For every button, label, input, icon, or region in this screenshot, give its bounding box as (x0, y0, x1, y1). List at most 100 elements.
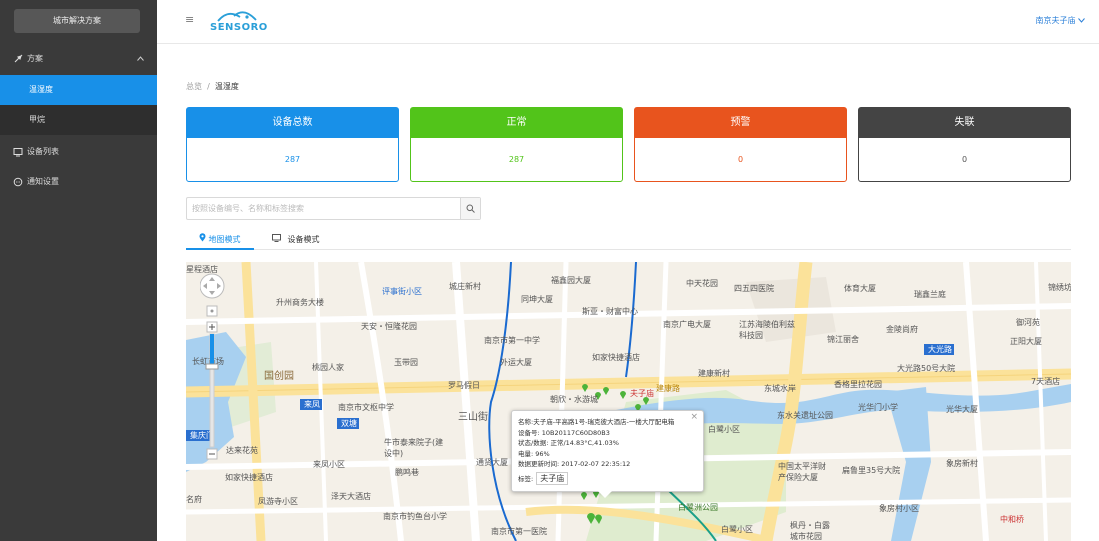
map-label: 香格里拉花园 (834, 380, 882, 389)
popup-update-label: 数据更新时间: (518, 460, 560, 468)
map-label: 四五四医院 (734, 284, 774, 293)
popup-sn-label: 设备号: (518, 428, 540, 437)
map-label: 通贤大厦 (476, 458, 508, 467)
tab-label: 设备模式 (287, 235, 320, 244)
map-label: 光华门小学 (858, 403, 898, 412)
map-label: 大光路 (928, 345, 952, 354)
tab-map-mode[interactable]: 地图模式 (186, 231, 254, 250)
sidebar-item-device-list[interactable]: 设备列表 (0, 137, 157, 167)
popup-battery: 96% (535, 449, 550, 458)
breadcrumb-root[interactable]: 总览 (186, 82, 202, 91)
user-name: 南京夫子庙 (1035, 16, 1076, 25)
sidebar-item-methane[interactable]: 甲烷 (0, 105, 157, 135)
map-label: 升州商务大楼 (276, 298, 324, 307)
map-label: 建康路 (656, 384, 680, 393)
close-icon[interactable]: × (690, 412, 698, 423)
map-label: 中天花园 (686, 279, 718, 288)
breadcrumb-separator: / (207, 82, 210, 91)
map-label: 江苏海陵伯利兹科技园 (739, 320, 795, 340)
tab-label: 地图模式 (208, 235, 241, 244)
sidebar-menu-plan[interactable]: 方案 (0, 44, 157, 74)
menu-toggle-icon[interactable]: ≡ (185, 13, 194, 26)
chevron-up-icon (137, 44, 144, 74)
map-label: 金陵尚府 (886, 325, 918, 334)
popup-tag[interactable]: 夫子庙 (536, 471, 569, 485)
map-label: 城庄新村 (449, 282, 481, 291)
map-label: 象房村小区 (879, 504, 919, 513)
sidebar-item-label: 温湿度 (29, 85, 53, 94)
map-label: 体育大厦 (844, 284, 876, 293)
map-label: 凤游寺小区 (258, 497, 298, 506)
popup-status-row: 状态/数据: 正常/14.83°C,41.03% (518, 438, 697, 449)
stat-card-title: 预警 (635, 108, 846, 138)
stat-card-value: 287 (284, 155, 301, 164)
map-view[interactable]: 星程酒店 升州商务大楼 评事街小区 城庄新村 同坤大厦 福鑫园大厦 中天花园 四… (186, 262, 1071, 541)
map-label: 南京市第一中学 (484, 336, 540, 345)
search-button[interactable] (460, 198, 480, 219)
map-label: 象房新村 (946, 459, 978, 468)
map-label: 南京市钓鱼台小学 (383, 512, 447, 521)
map-label: 鹏鸣巷 (395, 468, 419, 477)
stat-card-value: 287 (508, 155, 525, 164)
chevron-down-icon (1078, 16, 1085, 25)
search-input[interactable] (187, 198, 460, 219)
map-label: 外运大厦 (500, 358, 532, 367)
map-label: 南京市第一医院 (491, 527, 547, 536)
stat-card-title: 正常 (411, 108, 622, 138)
monitor-icon (12, 137, 24, 170)
map-label: 评事街小区 (382, 287, 422, 296)
user-menu[interactable]: 南京夫子庙 (1035, 15, 1085, 26)
map-label: 光华大厦 (946, 405, 978, 414)
breadcrumb-current: 温湿度 (214, 82, 239, 91)
stat-card-value: 0 (961, 155, 968, 164)
stat-card-normal: 正常 287 (410, 107, 623, 182)
map-label: 正阳大厦 (1010, 337, 1042, 346)
popup-status-label: 状态/数据: (518, 439, 549, 447)
map-label: 达来花苑 (226, 446, 258, 455)
map-label: 桃园人家 (312, 363, 344, 372)
top-header: ≡ SENSORO 南京夫子庙 (157, 0, 1099, 44)
popup-sn-row: 设备号: 10B20117C60D80B3 (518, 428, 697, 439)
popup-tag-row: 标签: 夫子庙 (518, 471, 697, 485)
map-label: 南京广电大厦 (663, 320, 711, 329)
logo[interactable]: SENSORO (210, 8, 267, 36)
stat-card-warning: 预警 0 (634, 107, 847, 182)
map-label: 同坤大厦 (521, 295, 553, 304)
sidebar-item-notify[interactable]: 通知设置 (0, 167, 157, 197)
map-label: 来凤小区 (313, 460, 345, 469)
sidebar: 城市解决方案 方案 温湿度 甲烷 设备列表 通知设置 (0, 0, 157, 541)
tab-device-mode[interactable]: 设备模式 (272, 231, 342, 250)
map-label: 扁鲁里35号大院 (842, 466, 901, 475)
popup-name: 夫子庙-平高路1号-瑞克彼大酒店-一楼大厅配电箱 (533, 418, 675, 426)
stat-card-offline: 失联 0 (858, 107, 1071, 182)
map-label: 枫丹・白露城市花园 (790, 521, 830, 541)
sidebar-item-label: 甲烷 (29, 115, 45, 124)
popup-battery-row: 电量: 96% (518, 449, 697, 460)
map-label: 名府 (186, 495, 202, 504)
stat-card-value: 0 (737, 155, 744, 164)
sidebar-item-label: 设备列表 (27, 147, 59, 156)
map-label: 如家快捷酒店 (592, 353, 640, 362)
popup-name-row: 名称:夫子庙-平高路1号-瑞克彼大酒店-一楼大厅配电箱 (518, 417, 697, 428)
popup-name-label: 名称: (518, 418, 534, 426)
map-label: 如家快捷酒店 (225, 473, 273, 482)
map-pin-icon (199, 233, 209, 244)
sidebar-title[interactable]: 城市解决方案 (14, 9, 140, 33)
search-box (186, 197, 481, 220)
popup-update-row: 数据更新时间: 2017-02-07 22:35:12 (518, 459, 697, 470)
map-label: 锦绣坊 (1048, 283, 1071, 292)
map-label: 来凤 (304, 400, 320, 409)
map-label: 大光路50号大院 (897, 364, 956, 373)
sidebar-item-humidity[interactable]: 温湿度 (0, 75, 157, 105)
stat-card-title: 设备总数 (187, 108, 398, 138)
stat-card-total: 设备总数 287 (186, 107, 399, 182)
map-label: 泽天大酒店 (331, 492, 371, 501)
sidebar-menu-plan-label: 方案 (27, 54, 43, 63)
view-tabs: 地图模式 设备模式 (186, 231, 1071, 250)
popup-update: 2017-02-07 22:35:12 (561, 460, 631, 468)
map-label: 三山街 (458, 412, 488, 423)
rocket-icon (12, 44, 24, 77)
map-label: 瑞鑫兰庭 (914, 290, 946, 299)
map-label: 锦江丽舍 (827, 335, 859, 344)
map-label: 朝欣・水游城 (550, 395, 598, 404)
